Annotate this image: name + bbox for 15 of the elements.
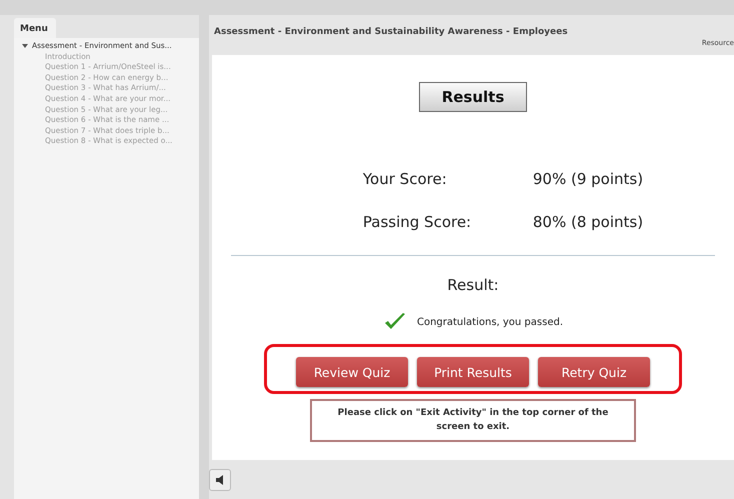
speaker-icon[interactable] [209, 468, 231, 490]
result-message: Congratulations, you passed. [416, 316, 564, 328]
score-label: Your Score: [362, 170, 448, 188]
quiz-button[interactable]: Print Results [417, 357, 529, 387]
score-value: 90% (9 points) [532, 170, 644, 188]
expand-icon[interactable] [22, 42, 28, 48]
score-value: 80% (8 points) [532, 213, 644, 231]
result-label: Result: [447, 276, 499, 294]
course-title: Assessment - Environment and Sustainability Awareness - Employees [214, 27, 568, 39]
results-heading: Results [419, 82, 527, 112]
score-label: Passing Score: [362, 213, 472, 231]
quiz-button[interactable]: Retry Quiz [538, 357, 650, 387]
exit-notice: Please click on "Exit Activity" in the top corner of the screen to exit. [310, 399, 636, 442]
quiz-button[interactable]: Review Quiz [296, 357, 408, 387]
menu-tab[interactable]: Menu [14, 18, 56, 38]
